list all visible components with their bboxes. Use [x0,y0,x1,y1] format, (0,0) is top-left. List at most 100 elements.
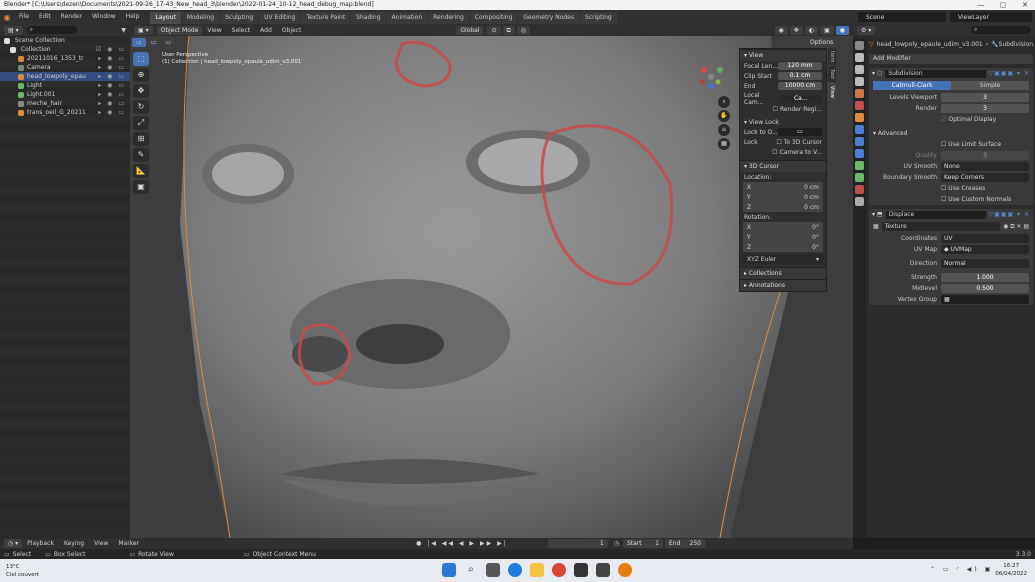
boundary-smooth-dropdown[interactable]: Keep Corners [941,173,1029,182]
vp-menu-add[interactable]: Add [255,27,277,34]
current-frame-field[interactable]: 1 [547,539,608,548]
snap-icon[interactable]: ⧉ [502,25,515,35]
scene-selector[interactable]: Scene [858,12,946,22]
cursor-y-field[interactable]: Y0 cm [743,192,823,202]
cursor-tool-icon[interactable]: ⊕ [133,68,149,82]
task-view-icon[interactable] [486,563,500,577]
annotate-tool-icon[interactable]: ✎ [133,148,149,162]
visibility-icon[interactable]: ◉ [774,25,788,35]
displace-name-field[interactable]: Displace [885,210,986,219]
local-camera-field[interactable]: Ca... [779,95,822,103]
visibility-icons[interactable]: ▸ ◉ ▭ [98,108,126,117]
options-dropdown[interactable]: Options [806,38,838,47]
file-explorer-icon[interactable] [530,563,544,577]
visibility-icons[interactable]: ▸ ◉ ▭ [98,72,126,81]
subdivision-name-field[interactable]: Subdivision [885,69,986,78]
proportional-icon[interactable]: ◎ [516,25,531,35]
menu-help[interactable]: Help [121,10,145,24]
particles-tab-icon[interactable] [855,137,864,146]
tab-shading[interactable]: Shading [351,11,386,24]
measure-tool-icon[interactable]: 📐 [133,164,149,178]
focal-length-field[interactable]: 120 mm [778,62,822,70]
tab-item[interactable]: Item [828,48,836,66]
camera-to-view-row[interactable]: ☐ Camera to V... [740,147,826,157]
timer-icon[interactable]: ◷ [614,540,619,547]
cursor-z-field[interactable]: Z0 cm [743,202,823,212]
rot-x-field[interactable]: X 0° [743,222,823,232]
menu-window[interactable]: Window [87,10,121,24]
orientation-dropdown[interactable]: Global [456,25,484,35]
visibility-icons[interactable]: ▸ ◉ ▭ [98,90,126,99]
collapse-icon[interactable]: ▾ [872,70,875,77]
select-new-icon[interactable]: ▭ [132,38,146,47]
clock[interactable]: 16:27 06/04/2022 [995,562,1027,578]
outliner-item[interactable]: head_lowpoly_epau ▸ ◉ ▭ [0,72,130,81]
tab-texture-paint[interactable]: Texture Paint [301,11,351,24]
output-tab-icon[interactable] [855,65,864,74]
inkscape-icon[interactable] [574,563,588,577]
visibility-icons[interactable]: ▸ ◉ ▭ [98,63,126,72]
uv-smooth-dropdown[interactable]: None [941,162,1029,171]
visibility-icons[interactable]: ☑ ◉ ▭ [96,45,126,54]
world-tab-icon[interactable] [855,101,864,110]
scene-collection-row[interactable]: Scene Collection [0,36,130,45]
select-extend-icon[interactable]: ▭ [146,38,161,47]
midlevel-slider[interactable]: 0.500 [941,284,1029,293]
menu-render[interactable]: Render [56,10,87,24]
tab-modeling[interactable]: Modeling [181,11,220,24]
rot-z-field[interactable]: Z 0° [743,242,823,252]
timeline-menu-view[interactable]: View [89,540,113,547]
camera-view-icon[interactable]: ⌂ [718,124,730,136]
minimize-icon[interactable]: — [971,0,991,10]
move-tool-icon[interactable]: ✥ [133,84,149,98]
transform-tool-icon[interactable]: ⊞ [133,132,149,146]
lock-cursor-checkbox[interactable]: ☐ To 3D Cursor [776,139,822,146]
close-icon[interactable]: ✕ [1015,0,1035,10]
view-lock-header[interactable]: ▾ View Lock [740,117,826,127]
select-tool-icon[interactable]: ⬚ [133,52,149,66]
texture-tab-icon[interactable] [855,197,864,206]
vp-menu-view[interactable]: View [202,27,226,34]
add-cube-tool-icon[interactable]: ▣ [133,180,149,194]
editor-type-icon[interactable]: ▣ ▾ [134,25,153,35]
vp-menu-object[interactable]: Object [277,27,307,34]
object-tab-icon[interactable] [855,113,864,122]
physics-tab-icon[interactable] [855,149,864,158]
scene-tab-icon[interactable] [855,89,864,98]
shading-solid-icon[interactable]: ● [835,25,849,35]
end-frame-field[interactable]: End 250 [664,539,705,548]
catmull-clark-tab[interactable]: Catmull-Clark [873,81,951,90]
properties-editor-type-icon[interactable]: ⚙ ▾ [857,25,876,35]
tab-layout[interactable]: Layout [150,11,181,24]
3d-viewport[interactable]: ▣ ▾ Object Mode View Select Add Object G… [130,24,853,538]
modifier-tab-icon[interactable] [855,125,864,134]
collections-section-header[interactable]: ▸ Collections [740,267,826,279]
pivot-icon[interactable]: ⊙ [487,25,501,35]
tab-scripting[interactable]: Scripting [580,11,617,24]
mode-dropdown[interactable]: Object Mode [156,25,203,35]
clip-start-field[interactable]: 0.1 cm [778,72,822,80]
tab-rendering[interactable]: Rendering [428,11,469,24]
select-subtract-icon[interactable]: ▭ [161,38,176,47]
perspective-toggle-icon[interactable]: ▦ [718,138,730,150]
timeline-menu-keying[interactable]: Keying [59,540,89,547]
render-tab-icon[interactable] [855,53,864,62]
modifier-toggle-icons[interactable]: ▽▣▣▣ ▾ ✕ [989,70,1030,77]
tab-sculpting[interactable]: Sculpting [220,11,259,24]
add-modifier-button[interactable]: Add Modifier [869,54,1033,64]
tab-geometry-nodes[interactable]: Geometry Nodes [518,11,580,24]
rotation-mode-dropdown[interactable]: XYZ Euler ▾ [743,254,823,264]
outliner-item[interactable]: Light ▸ ◉ ▭ [0,81,130,90]
menu-edit[interactable]: Edit [34,10,56,24]
navigation-gizmo[interactable] [696,62,726,92]
timeline-editor-icon[interactable]: ◷ ▾ [4,539,23,548]
blender-taskbar-icon[interactable] [618,563,632,577]
pan-hand-icon[interactable]: ✋ [718,110,730,122]
cursor-x-field[interactable]: X0 cm [743,182,823,192]
windows-start-icon[interactable] [442,563,456,577]
texture-selector[interactable]: Texture [881,222,1001,231]
modifier-toggle-icons[interactable]: ▽▣▣▣ ▾ ✕ [989,211,1030,218]
tab-compositing[interactable]: Compositing [469,11,518,24]
collection-row[interactable]: Collection ☑ ◉ ▭ [0,45,130,54]
vertex-group-field[interactable]: ▦ [941,295,1029,304]
